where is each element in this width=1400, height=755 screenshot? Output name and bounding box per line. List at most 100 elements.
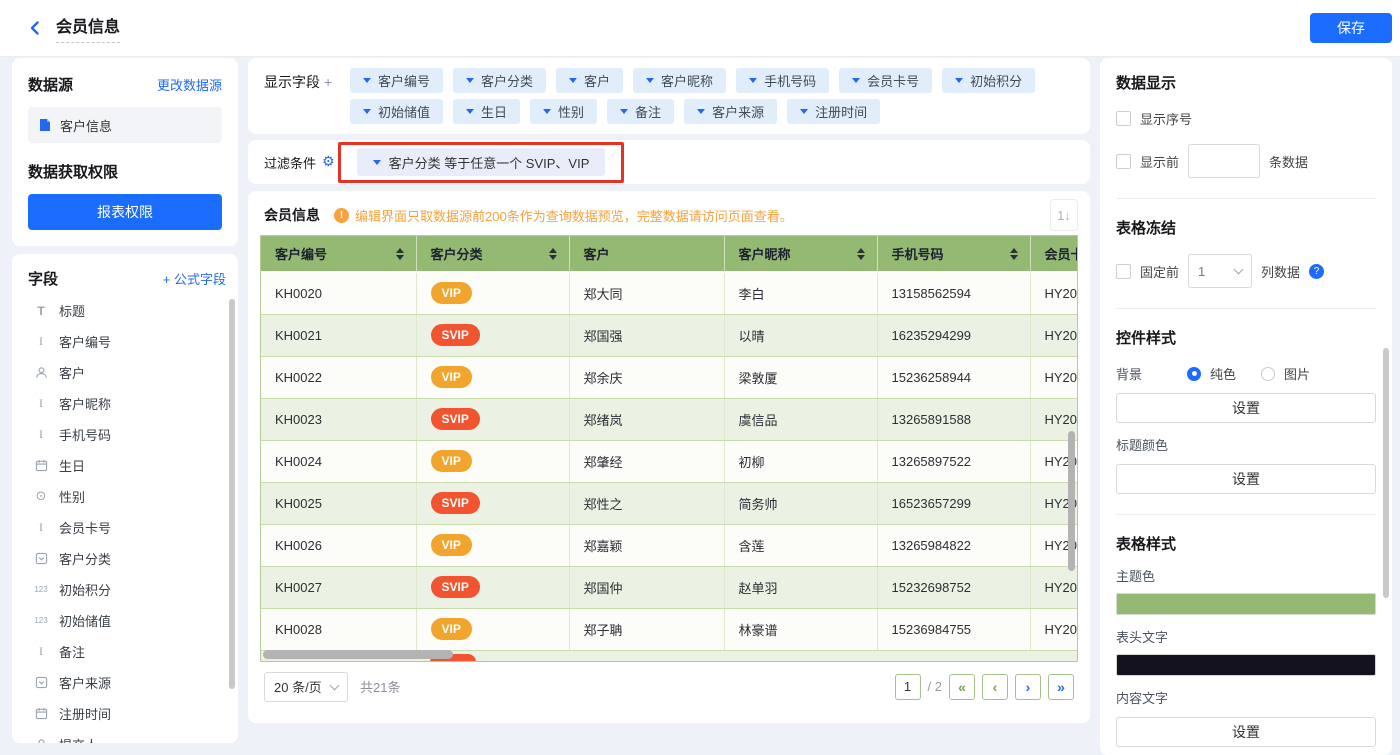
formula-field-link[interactable]: + 公式字段	[163, 269, 226, 288]
cell-nickname: 简务帅	[724, 482, 878, 525]
chevron-down-icon	[620, 109, 629, 114]
column-header[interactable]: 手机号码	[877, 236, 1031, 273]
current-page-input[interactable]: 1	[894, 673, 921, 700]
field-chip[interactable]: 生日	[453, 99, 521, 124]
category-badge: VIP	[430, 533, 472, 557]
chevron-down-icon	[955, 78, 964, 83]
theme-color-swatch[interactable]	[1116, 593, 1376, 615]
help-icon[interactable]	[1309, 263, 1325, 279]
change-datasource-link[interactable]: 更改数据源	[157, 75, 222, 94]
table-scroll-area: 客户编号 客户分类 客户 客户昵称 手机号码 会员 KH0020 VIP 郑大同…	[260, 235, 1078, 662]
field-item[interactable]: 提交人	[28, 729, 226, 743]
field-chip[interactable]: 性别	[530, 99, 598, 124]
back-icon[interactable]	[22, 15, 48, 41]
report-permission-button[interactable]: 报表权限	[28, 194, 222, 230]
show-index-checkbox[interactable]	[1116, 111, 1131, 126]
field-chip[interactable]: 初始积分	[942, 68, 1036, 93]
field-item[interactable]: I 会员卡号	[28, 512, 226, 543]
field-chip[interactable]: 手机号码	[736, 68, 830, 93]
last-page-button[interactable]: »	[1048, 673, 1074, 700]
settings-scrollbar[interactable]	[1383, 348, 1389, 598]
save-button[interactable]: 保存	[1310, 13, 1392, 43]
filter-condition-chip[interactable]: 客户分类 等于任意一个 SVIP、VIP	[356, 148, 606, 176]
category-badge: SVIP	[430, 323, 480, 347]
cell-customer-id: KH0020	[261, 272, 417, 315]
field-chip[interactable]: 客户昵称	[633, 68, 727, 93]
field-item[interactable]: 客户分类	[28, 543, 226, 574]
field-item[interactable]: 注册时间	[28, 698, 226, 729]
show-top-checkbox[interactable]	[1116, 153, 1131, 169]
filter-condition-text: 客户分类 等于任意一个 SVIP、VIP	[388, 155, 590, 171]
field-item[interactable]: 客户来源	[28, 667, 226, 698]
sort-arrows-icon[interactable]	[548, 247, 557, 260]
sort-arrows-icon[interactable]	[1009, 247, 1018, 260]
field-item[interactable]: I 备注	[28, 636, 226, 667]
next-page-button[interactable]: ›	[1015, 673, 1041, 700]
field-item[interactable]: I 手机号码	[28, 419, 226, 450]
solid-color-radio[interactable]	[1187, 366, 1201, 381]
table-header-row: 客户编号 客户分类 客户 客户昵称 手机号码 会员	[261, 236, 1077, 273]
column-header[interactable]: 客户编号	[261, 236, 417, 273]
sort-arrows-icon[interactable]	[856, 247, 865, 260]
field-item[interactable]: I 客户编号	[28, 326, 226, 357]
field-chip[interactable]: 备注	[607, 99, 675, 124]
cell-nickname: 虞信品	[724, 398, 878, 441]
cell-phone: 13265891588	[877, 398, 1031, 441]
add-field-icon[interactable]: +	[324, 74, 332, 90]
page-size-select[interactable]: 20 条/页	[264, 671, 348, 702]
title-color-label: 标题颜色	[1116, 438, 1169, 453]
fields-panel: 字段 + 公式字段 T 标题 I 客户编号 客户 I 客户昵称 I 手机号码 生…	[12, 254, 238, 743]
field-item[interactable]: 123 初始储值	[28, 605, 226, 636]
field-chip[interactable]: 客户编号	[350, 68, 444, 93]
title-color-set-button[interactable]: 设置	[1116, 464, 1376, 494]
prev-page-button[interactable]: ‹	[982, 673, 1008, 700]
sort-order-icon[interactable]: 1↓	[1050, 199, 1078, 231]
content-text-set-button[interactable]: 设置	[1116, 717, 1376, 747]
chevron-down-icon	[646, 78, 655, 83]
column-label: 客户编号	[275, 247, 328, 262]
chip-label: 初始积分	[970, 74, 1023, 89]
vertical-scrollbar[interactable]	[1068, 431, 1075, 571]
background-set-button[interactable]: 设置	[1116, 393, 1376, 423]
field-chip[interactable]: 客户来源	[684, 99, 778, 124]
filter-panel: 过滤条件 ⚙ 客户分类 等于任意一个 SVIP、VIP	[248, 140, 1090, 184]
cell-customer-name: 郑国强	[569, 314, 725, 357]
field-item[interactable]: 客户	[28, 357, 226, 388]
field-item[interactable]: ⊙ 性别	[28, 481, 226, 512]
field-chip[interactable]: 注册时间	[787, 99, 881, 124]
sort-arrows-icon[interactable]	[395, 247, 404, 260]
field-label: 客户	[59, 366, 86, 381]
field-chip[interactable]: 客户	[556, 68, 624, 93]
column-header[interactable]: 会员卡号	[1030, 236, 1077, 273]
display-field-chips: 客户编号 客户分类 客户 客户昵称 手机号码 会员卡号 初始积分 初始储值 生日…	[350, 68, 1074, 124]
freeze-count-select[interactable]: 1	[1188, 254, 1253, 288]
content-text-label: 内容文字	[1116, 691, 1169, 706]
field-chip[interactable]: 客户分类	[453, 68, 547, 93]
chip-label: 客户分类	[481, 74, 534, 89]
horizontal-scrollbar[interactable]	[263, 649, 453, 659]
datasource-item[interactable]: 客户信息	[28, 107, 222, 143]
field-item[interactable]: 123 初始积分	[28, 574, 226, 605]
freeze-checkbox[interactable]	[1116, 263, 1131, 279]
page-title[interactable]: 会员信息	[56, 13, 121, 43]
first-page-button[interactable]: «	[949, 673, 975, 700]
field-item[interactable]: I 客户昵称	[28, 388, 226, 419]
cell-nickname: 含莲	[724, 524, 878, 567]
table-row: KH0021 SVIP 郑国强 以晴 16235294299 HY2022	[261, 314, 1077, 357]
column-header[interactable]: 客户	[569, 236, 725, 273]
document-icon	[38, 118, 52, 132]
field-item[interactable]: T 标题	[28, 295, 226, 326]
column-header[interactable]: 客户分类	[416, 236, 570, 273]
header-text-swatch[interactable]	[1116, 654, 1376, 676]
show-top-prefix: 显示前	[1140, 154, 1180, 170]
chevron-down-icon	[363, 109, 371, 114]
image-radio[interactable]	[1261, 366, 1276, 381]
column-header[interactable]: 客户昵称	[724, 236, 878, 273]
show-top-input[interactable]	[1188, 144, 1261, 178]
field-chip[interactable]: 会员卡号	[839, 68, 933, 93]
fields-scrollbar[interactable]	[229, 299, 235, 689]
field-chip[interactable]: 初始储值	[350, 99, 444, 124]
gear-icon[interactable]: ⚙	[322, 154, 335, 170]
divider	[1116, 308, 1376, 309]
field-item[interactable]: 生日	[28, 450, 226, 481]
